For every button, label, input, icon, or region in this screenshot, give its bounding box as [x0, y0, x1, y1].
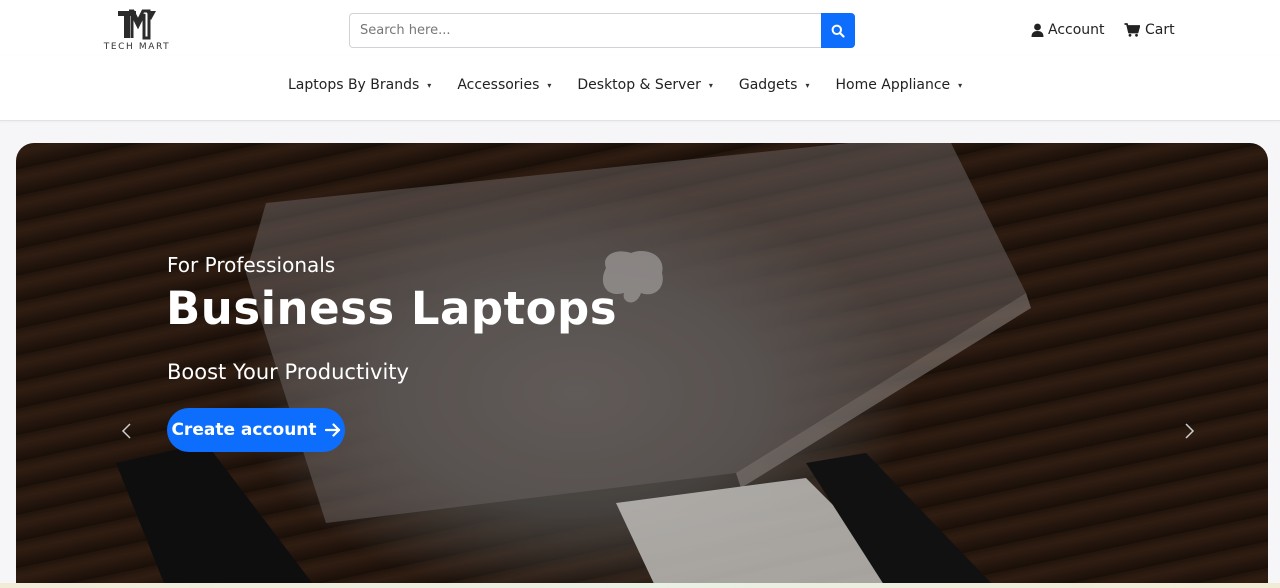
logo-brand-text: TECH MART: [103, 42, 171, 52]
nav-item-label: Desktop & Server: [577, 77, 701, 93]
caret-down-icon: ▾: [547, 80, 552, 90]
nav-item-label: Home Appliance: [835, 77, 951, 93]
nav-menu: Laptops By Brands ▾ Accessories ▾ Deskto…: [288, 74, 988, 96]
site-logo[interactable]: TECH MART: [100, 8, 174, 54]
caret-down-icon: ▾: [708, 80, 713, 90]
tm-monogram-logo-icon: [118, 9, 156, 40]
nav-item-accessories[interactable]: Accessories ▾: [457, 74, 551, 96]
account-label: Account: [1048, 22, 1105, 38]
caret-down-icon: ▾: [427, 80, 432, 90]
carousel-prev-button[interactable]: [120, 422, 134, 440]
nav-item-label: Laptops By Brands: [288, 77, 420, 93]
top-header: TECH MART Account Cart: [0, 0, 1280, 56]
search-input[interactable]: [349, 13, 822, 48]
search-button[interactable]: [821, 13, 855, 48]
create-account-button[interactable]: Create account: [167, 408, 345, 452]
search-bar: [349, 13, 855, 48]
nav-item-laptops-by-brands[interactable]: Laptops By Brands ▾: [288, 74, 431, 96]
nav-item-home-appliance[interactable]: Home Appliance ▾: [835, 74, 962, 96]
create-account-label: Create account: [171, 420, 317, 440]
main-navigation: Laptops By Brands ▾ Accessories ▾ Deskto…: [0, 56, 1280, 121]
user-icon: [1031, 23, 1044, 37]
hero-tagline: Boost Your Productivity: [167, 360, 409, 384]
next-section-edge: [0, 583, 1280, 588]
carousel-next-button[interactable]: [1182, 422, 1196, 440]
nav-item-label: Gadgets: [738, 77, 798, 93]
arrow-right-icon: [324, 423, 340, 437]
hero-carousel: For Professionals Business Laptops Boost…: [16, 143, 1268, 588]
search-icon: [831, 24, 845, 38]
nav-item-gadgets[interactable]: Gadgets ▾: [739, 74, 810, 96]
nav-item-desktop-server[interactable]: Desktop & Server ▾: [577, 74, 712, 96]
account-link[interactable]: Account: [1031, 20, 1105, 40]
cart-label: Cart: [1145, 22, 1175, 38]
caret-down-icon: ▾: [958, 80, 963, 90]
hero-eyebrow: For Professionals: [167, 253, 336, 277]
chevron-right-icon: [1185, 423, 1195, 439]
cart-icon: [1124, 23, 1140, 37]
caret-down-icon: ▾: [805, 80, 810, 90]
cart-link[interactable]: Cart: [1124, 20, 1175, 40]
nav-item-label: Accessories: [457, 77, 540, 93]
hero-title: Business Laptops: [166, 282, 618, 335]
chevron-left-icon: [121, 423, 131, 439]
